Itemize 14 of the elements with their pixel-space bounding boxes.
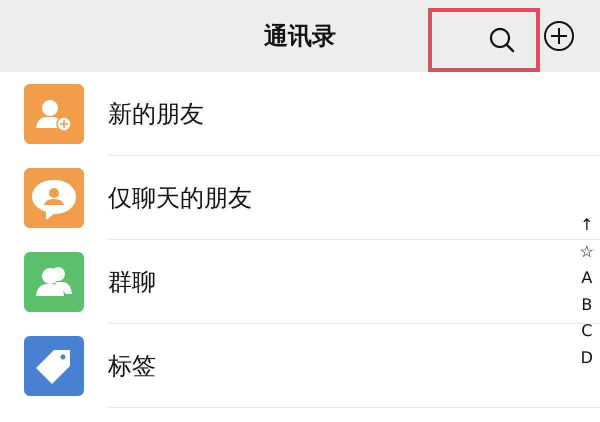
index-letter[interactable]: ☆ [580, 238, 594, 266]
menu-item-label[interactable]: 仅聊天的朋友 [108, 182, 252, 214]
index-letter[interactable]: B [581, 292, 592, 318]
search-button[interactable] [428, 8, 540, 72]
index-letter[interactable]: ↑ [580, 212, 594, 239]
index-letter[interactable]: A [581, 265, 592, 292]
menu-item-label[interactable]: 标签 [108, 350, 156, 382]
page-title: 通讯录 [264, 21, 336, 52]
menu-item-label[interactable]: 新的朋友 [108, 98, 204, 130]
menu-item-label[interactable]: 群聊 [108, 266, 156, 298]
search-icon [488, 26, 516, 54]
index-letter[interactable]: D [580, 344, 593, 372]
index-letter[interactable]: C [581, 318, 592, 345]
add-icon[interactable] [543, 20, 575, 52]
